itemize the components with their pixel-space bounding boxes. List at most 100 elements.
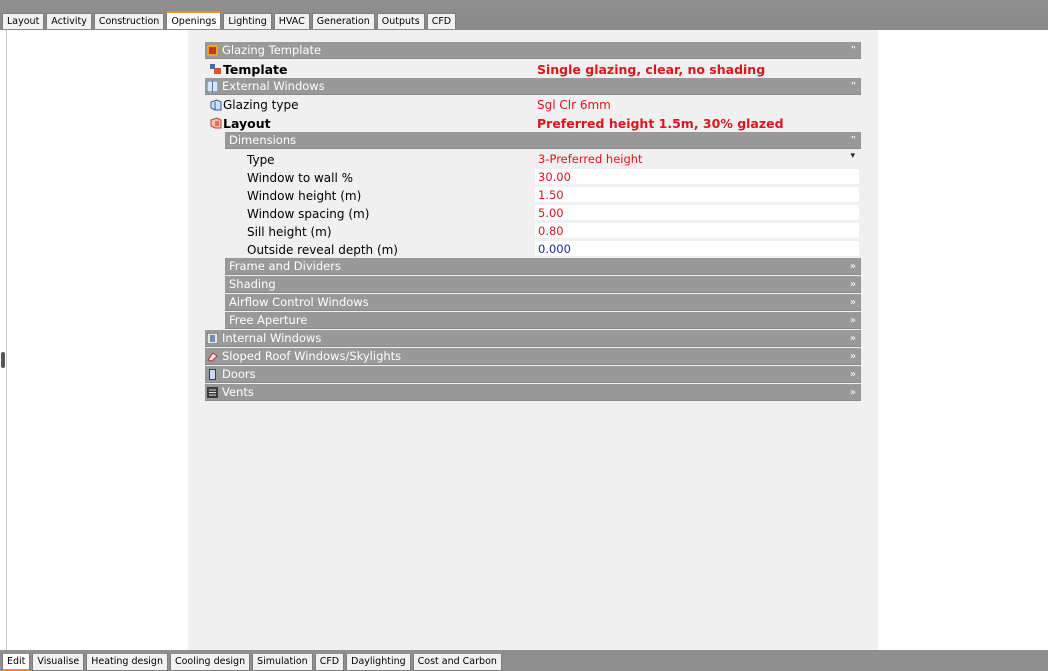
expand-chevron-icon[interactable]: » xyxy=(850,294,856,311)
tab-openings[interactable]: Openings xyxy=(166,11,222,29)
expand-chevron-icon[interactable]: » xyxy=(850,258,856,275)
collapse-chevron-icon[interactable]: ‟ xyxy=(851,78,856,95)
section-internal-windows[interactable]: Internal Windows » xyxy=(205,330,861,347)
tab-outputs[interactable]: Outputs xyxy=(376,13,425,29)
tab-daylighting[interactable]: Daylighting xyxy=(346,654,411,671)
layout-row[interactable]: Layout Preferred height 1.5m, 30% glazed xyxy=(205,114,861,132)
skylight-icon xyxy=(207,352,218,362)
subsection-title: Frame and Dividers xyxy=(229,259,341,273)
template-label: Template xyxy=(223,62,288,77)
type-dropdown[interactable]: 3-Preferred height ▾ xyxy=(535,151,859,166)
subsection-title: Shading xyxy=(229,277,276,291)
glazing-type-value[interactable]: Sgl Clr 6mm xyxy=(537,98,611,112)
section-vents[interactable]: Vents » xyxy=(205,384,861,401)
tab-layout[interactable]: Layout xyxy=(2,13,45,29)
subsection-shading[interactable]: Shading » xyxy=(225,276,861,293)
section-external-windows[interactable]: External Windows ‟ xyxy=(205,78,861,95)
tab-cooling-design[interactable]: Cooling design xyxy=(169,654,251,671)
expand-chevron-icon[interactable]: » xyxy=(850,384,856,401)
window-spacing-input[interactable]: 5.00 xyxy=(535,205,859,220)
expand-chevron-icon[interactable]: » xyxy=(850,330,856,347)
expand-chevron-icon[interactable]: » xyxy=(850,276,856,293)
window-spacing-row[interactable]: Window spacing (m) 5.00 xyxy=(205,204,861,222)
wwr-row[interactable]: Window to wall % 30.00 xyxy=(205,168,861,186)
tab-construction[interactable]: Construction xyxy=(93,13,165,29)
subsection-airflow-control-windows[interactable]: Airflow Control Windows » xyxy=(225,294,861,311)
splitter-grip-icon[interactable] xyxy=(1,352,5,368)
property-grid: Glazing Template ‟ Template Single glazi… xyxy=(205,42,861,402)
left-splitter[interactable] xyxy=(0,30,7,650)
glazing-icon xyxy=(210,99,222,111)
sill-height-label: Sill height (m) xyxy=(247,225,332,239)
sill-height-input[interactable]: 0.80 xyxy=(535,223,859,238)
collapse-chevron-icon[interactable]: ‟ xyxy=(851,42,856,59)
tab-cfd[interactable]: CFD xyxy=(426,13,457,29)
tab-heating-design[interactable]: Heating design xyxy=(86,654,168,671)
vent-icon xyxy=(207,387,218,398)
openings-panel: Glazing Template ‟ Template Single glazi… xyxy=(188,30,878,650)
tab-cfd-bottom[interactable]: CFD xyxy=(314,654,345,671)
tab-visualise[interactable]: Visualise xyxy=(32,654,85,671)
subsection-frame-and-dividers[interactable]: Frame and Dividers » xyxy=(225,258,861,275)
section-sloped-roof-windows[interactable]: Sloped Roof Windows/Skylights » xyxy=(205,348,861,365)
section-glazing-template[interactable]: Glazing Template ‟ xyxy=(205,42,861,59)
expand-chevron-icon[interactable]: » xyxy=(850,366,856,383)
section-doors[interactable]: Doors » xyxy=(205,366,861,383)
reveal-depth-value: 0.000 xyxy=(538,242,571,256)
layout-value[interactable]: Preferred height 1.5m, 30% glazed xyxy=(537,116,784,131)
layout-label: Layout xyxy=(223,116,271,131)
sill-height-value: 0.80 xyxy=(538,224,564,238)
window-height-row[interactable]: Window height (m) 1.50 xyxy=(205,186,861,204)
window-icon xyxy=(207,81,218,92)
sill-height-row[interactable]: Sill height (m) 0.80 xyxy=(205,222,861,240)
section-title: Internal Windows xyxy=(222,331,322,345)
subsection-title: Dimensions xyxy=(229,133,297,147)
type-label: Type xyxy=(247,153,275,167)
reveal-depth-label: Outside reveal depth (m) xyxy=(247,243,398,257)
template-item-icon xyxy=(210,64,221,74)
template-value[interactable]: Single glazing, clear, no shading xyxy=(537,62,765,77)
window-height-input[interactable]: 1.50 xyxy=(535,187,859,202)
tab-hvac[interactable]: HVAC xyxy=(273,13,310,29)
template-icon xyxy=(207,45,218,56)
tab-edit[interactable]: Edit xyxy=(2,654,31,671)
type-row[interactable]: Type 3-Preferred height ▾ xyxy=(205,150,861,168)
window-spacing-label: Window spacing (m) xyxy=(247,207,370,221)
tab-cost-and-carbon[interactable]: Cost and Carbon xyxy=(412,654,502,671)
tab-generation[interactable]: Generation xyxy=(311,13,375,29)
window-height-value: 1.50 xyxy=(538,188,564,202)
template-row[interactable]: Template Single glazing, clear, no shadi… xyxy=(205,60,861,78)
dropdown-arrow-icon[interactable]: ▾ xyxy=(850,151,855,161)
top-tabs: Layout Activity Construction Openings Li… xyxy=(2,11,458,30)
wwr-input[interactable]: 30.00 xyxy=(535,169,859,184)
expand-chevron-icon[interactable]: » xyxy=(850,348,856,365)
tab-lighting[interactable]: Lighting xyxy=(223,13,272,29)
layout-icon xyxy=(210,117,222,129)
top-tab-bar: Layout Activity Construction Openings Li… xyxy=(0,0,1048,30)
section-title: Vents xyxy=(222,385,254,399)
glazing-type-row[interactable]: Glazing type Sgl Clr 6mm xyxy=(205,96,861,114)
glazing-type-label: Glazing type xyxy=(223,98,299,112)
collapse-chevron-icon[interactable]: ‟ xyxy=(851,132,856,149)
wwr-label: Window to wall % xyxy=(247,171,354,185)
subsection-dimensions[interactable]: Dimensions ‟ xyxy=(225,132,861,149)
wwr-value: 30.00 xyxy=(538,170,571,184)
reveal-depth-input[interactable]: 0.000 xyxy=(535,241,859,256)
bottom-tabs: Edit Visualise Heating design Cooling de… xyxy=(2,654,504,671)
window-spacing-value: 5.00 xyxy=(538,206,564,220)
bottom-tab-bar: Edit Visualise Heating design Cooling de… xyxy=(0,650,1048,671)
subsection-title: Free Aperture xyxy=(229,313,308,327)
expand-chevron-icon[interactable]: » xyxy=(850,312,856,329)
section-title: Glazing Template xyxy=(222,43,322,57)
subsection-title: Airflow Control Windows xyxy=(229,295,369,309)
section-title: Sloped Roof Windows/Skylights xyxy=(222,349,402,363)
internal-window-icon xyxy=(207,333,218,344)
subsection-free-aperture[interactable]: Free Aperture » xyxy=(225,312,861,329)
tab-simulation[interactable]: Simulation xyxy=(252,654,313,671)
section-title: Doors xyxy=(222,367,256,381)
tab-activity[interactable]: Activity xyxy=(46,13,92,29)
section-title: External Windows xyxy=(222,79,325,93)
type-value: 3-Preferred height xyxy=(538,152,643,166)
reveal-depth-row[interactable]: Outside reveal depth (m) 0.000 xyxy=(205,240,861,258)
window-height-label: Window height (m) xyxy=(247,189,362,203)
